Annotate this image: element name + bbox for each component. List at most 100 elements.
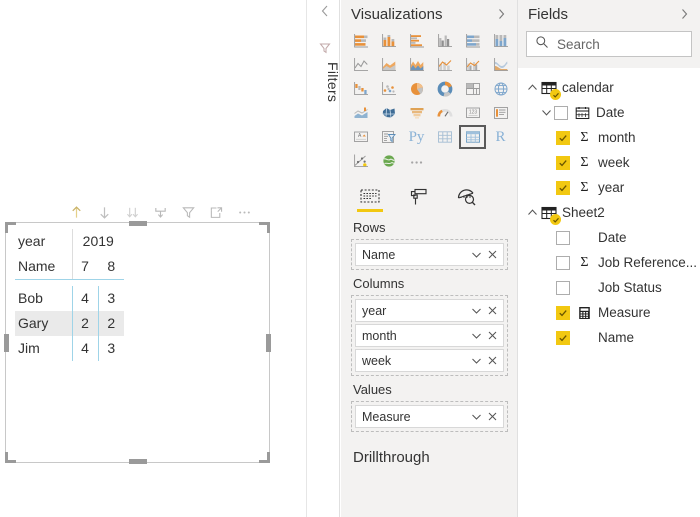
chevron-down-icon[interactable] bbox=[538, 105, 554, 121]
field-checkbox[interactable] bbox=[556, 255, 570, 270]
kpi-icon[interactable]: A bbox=[347, 125, 374, 149]
search-input[interactable]: Search bbox=[526, 31, 692, 57]
gauge-chart-icon[interactable] bbox=[431, 101, 458, 125]
fields-tree-item-calendar-week[interactable]: Σ week bbox=[518, 150, 700, 175]
rows-well-dropzone[interactable]: Name bbox=[351, 239, 508, 270]
filled-map-icon[interactable] bbox=[347, 101, 374, 125]
waterfall-chart-icon[interactable] bbox=[347, 77, 374, 101]
remove-field-icon[interactable] bbox=[486, 329, 499, 342]
ribbon-chart-icon[interactable] bbox=[487, 53, 514, 77]
fields-tree-item-sheet2-job-status[interactable]: Job Status bbox=[518, 275, 700, 300]
filters-expand-chevron-icon[interactable] bbox=[318, 3, 332, 19]
table-row[interactable]: Bob 4 3 bbox=[15, 285, 124, 311]
field-checkbox[interactable] bbox=[554, 105, 568, 120]
fields-tree-item-sheet2-job-reference[interactable]: Σ Job Reference... bbox=[518, 250, 700, 275]
python-visual-icon[interactable]: Py bbox=[403, 125, 430, 149]
matrix-cell[interactable]: 3 bbox=[97, 285, 124, 311]
more-visuals-icon[interactable] bbox=[403, 149, 430, 173]
table-icon[interactable] bbox=[431, 125, 458, 149]
resize-handle-right[interactable] bbox=[266, 333, 271, 352]
more-options-icon[interactable] bbox=[236, 204, 252, 220]
clustered-bar-chart-icon[interactable] bbox=[403, 29, 430, 53]
field-chip-week[interactable]: week bbox=[355, 349, 504, 372]
area-chart-icon[interactable] bbox=[375, 53, 402, 77]
fields-tree-item-sheet2-measure[interactable]: Measure bbox=[518, 300, 700, 325]
clustered-column-chart-icon[interactable] bbox=[431, 29, 458, 53]
donut-chart-icon[interactable] bbox=[431, 77, 458, 101]
fields-collapse-chevron-icon[interactable] bbox=[678, 7, 691, 21]
matrix-cell[interactable]: 3 bbox=[97, 335, 124, 361]
field-checkbox[interactable] bbox=[556, 305, 570, 320]
treemap-icon[interactable] bbox=[459, 77, 486, 101]
field-checkbox[interactable] bbox=[556, 280, 570, 295]
tab-format[interactable] bbox=[405, 182, 431, 212]
expand-all-down-icon[interactable] bbox=[124, 204, 140, 220]
tab-fields[interactable] bbox=[357, 182, 383, 212]
drill-down-icon[interactable] bbox=[96, 204, 112, 220]
matrix-icon[interactable] bbox=[459, 125, 486, 149]
field-chip-month[interactable]: month bbox=[355, 324, 504, 347]
fields-tree-item-sheet2[interactable]: Sheet2 bbox=[518, 200, 700, 225]
filter-funnel-icon[interactable] bbox=[318, 40, 332, 56]
funnel-chart-icon[interactable] bbox=[403, 101, 430, 125]
matrix-row-header[interactable]: Gary bbox=[15, 310, 72, 336]
slicer-icon[interactable] bbox=[375, 125, 402, 149]
drill-up-icon[interactable] bbox=[68, 204, 84, 220]
scatter-chart-icon[interactable] bbox=[375, 77, 402, 101]
matrix-row-header[interactable]: Jim bbox=[15, 336, 72, 361]
chevron-down-icon[interactable] bbox=[470, 354, 483, 367]
matrix-table[interactable]: year 2019 Name 7 8 Bob 4 3 Gary 2 2 Jim … bbox=[15, 229, 124, 361]
remove-field-icon[interactable] bbox=[486, 410, 499, 423]
remove-field-icon[interactable] bbox=[486, 304, 499, 317]
fields-tree-item-sheet2-name[interactable]: Name bbox=[518, 325, 700, 350]
resize-handle-bottom-right[interactable] bbox=[259, 452, 270, 463]
table-row[interactable]: Jim 4 3 bbox=[15, 335, 124, 361]
pie-chart-icon[interactable] bbox=[403, 77, 430, 101]
line-and-stacked-column-chart-icon[interactable] bbox=[431, 53, 458, 77]
chevron-down-icon[interactable] bbox=[470, 329, 483, 342]
resize-handle-bottom-left[interactable] bbox=[5, 452, 16, 463]
values-well-dropzone[interactable]: Measure bbox=[351, 401, 508, 432]
chevron-down-icon[interactable] bbox=[470, 304, 483, 317]
chevron-up-icon[interactable] bbox=[524, 80, 540, 96]
remove-field-icon[interactable] bbox=[486, 248, 499, 261]
fields-tree-item-calendar-year[interactable]: Σ year bbox=[518, 175, 700, 200]
stacked-column-chart-icon[interactable] bbox=[375, 29, 402, 53]
stacked-area-chart-icon[interactable] bbox=[403, 53, 430, 77]
field-chip-measure[interactable]: Measure bbox=[355, 405, 504, 428]
100-percent-stacked-bar-chart-icon[interactable] bbox=[459, 29, 486, 53]
shape-map-icon[interactable] bbox=[375, 101, 402, 125]
resize-handle-top[interactable] bbox=[128, 221, 147, 226]
multi-row-card-icon[interactable] bbox=[487, 101, 514, 125]
field-checkbox[interactable] bbox=[556, 155, 570, 170]
matrix-cell[interactable]: 2 bbox=[97, 310, 124, 336]
field-checkbox[interactable] bbox=[556, 130, 570, 145]
key-influencers-icon[interactable] bbox=[347, 149, 374, 173]
matrix-cell[interactable]: 4 bbox=[71, 335, 98, 361]
matrix-visual-container[interactable]: year 2019 Name 7 8 Bob 4 3 Gary 2 2 Jim … bbox=[4, 221, 271, 464]
focus-mode-icon[interactable] bbox=[208, 204, 224, 220]
card-icon[interactable]: 123 bbox=[459, 101, 486, 125]
chevron-up-icon[interactable] bbox=[524, 205, 540, 221]
filters-pane-collapsed[interactable]: Filters bbox=[306, 0, 341, 517]
field-chip-name[interactable]: Name bbox=[355, 243, 504, 266]
fields-tree-item-calendar[interactable]: calendar bbox=[518, 75, 700, 100]
fields-tree-item-calendar-month[interactable]: Σ month bbox=[518, 125, 700, 150]
visualizations-collapse-chevron-icon[interactable] bbox=[495, 7, 508, 21]
line-chart-icon[interactable] bbox=[347, 53, 374, 77]
chevron-down-icon[interactable] bbox=[470, 410, 483, 423]
go-to-next-level-icon[interactable] bbox=[152, 204, 168, 220]
columns-well-dropzone[interactable]: year month week bbox=[351, 295, 508, 376]
resize-handle-bottom[interactable] bbox=[128, 459, 147, 464]
100-percent-stacked-column-chart-icon[interactable] bbox=[487, 29, 514, 53]
report-canvas[interactable]: year 2019 Name 7 8 Bob 4 3 Gary 2 2 Jim … bbox=[0, 0, 306, 517]
matrix-cell[interactable]: 2 bbox=[71, 310, 98, 336]
r-script-visual-icon[interactable]: R bbox=[487, 125, 514, 149]
line-and-clustered-column-chart-icon[interactable] bbox=[459, 53, 486, 77]
tab-analytics[interactable] bbox=[453, 182, 479, 212]
chevron-down-icon[interactable] bbox=[470, 248, 483, 261]
matrix-cell[interactable]: 4 bbox=[71, 285, 98, 311]
fields-tree-item-sheet2-date[interactable]: Date bbox=[518, 225, 700, 250]
field-chip-year[interactable]: year bbox=[355, 299, 504, 322]
arcgis-map-icon[interactable] bbox=[375, 149, 402, 173]
